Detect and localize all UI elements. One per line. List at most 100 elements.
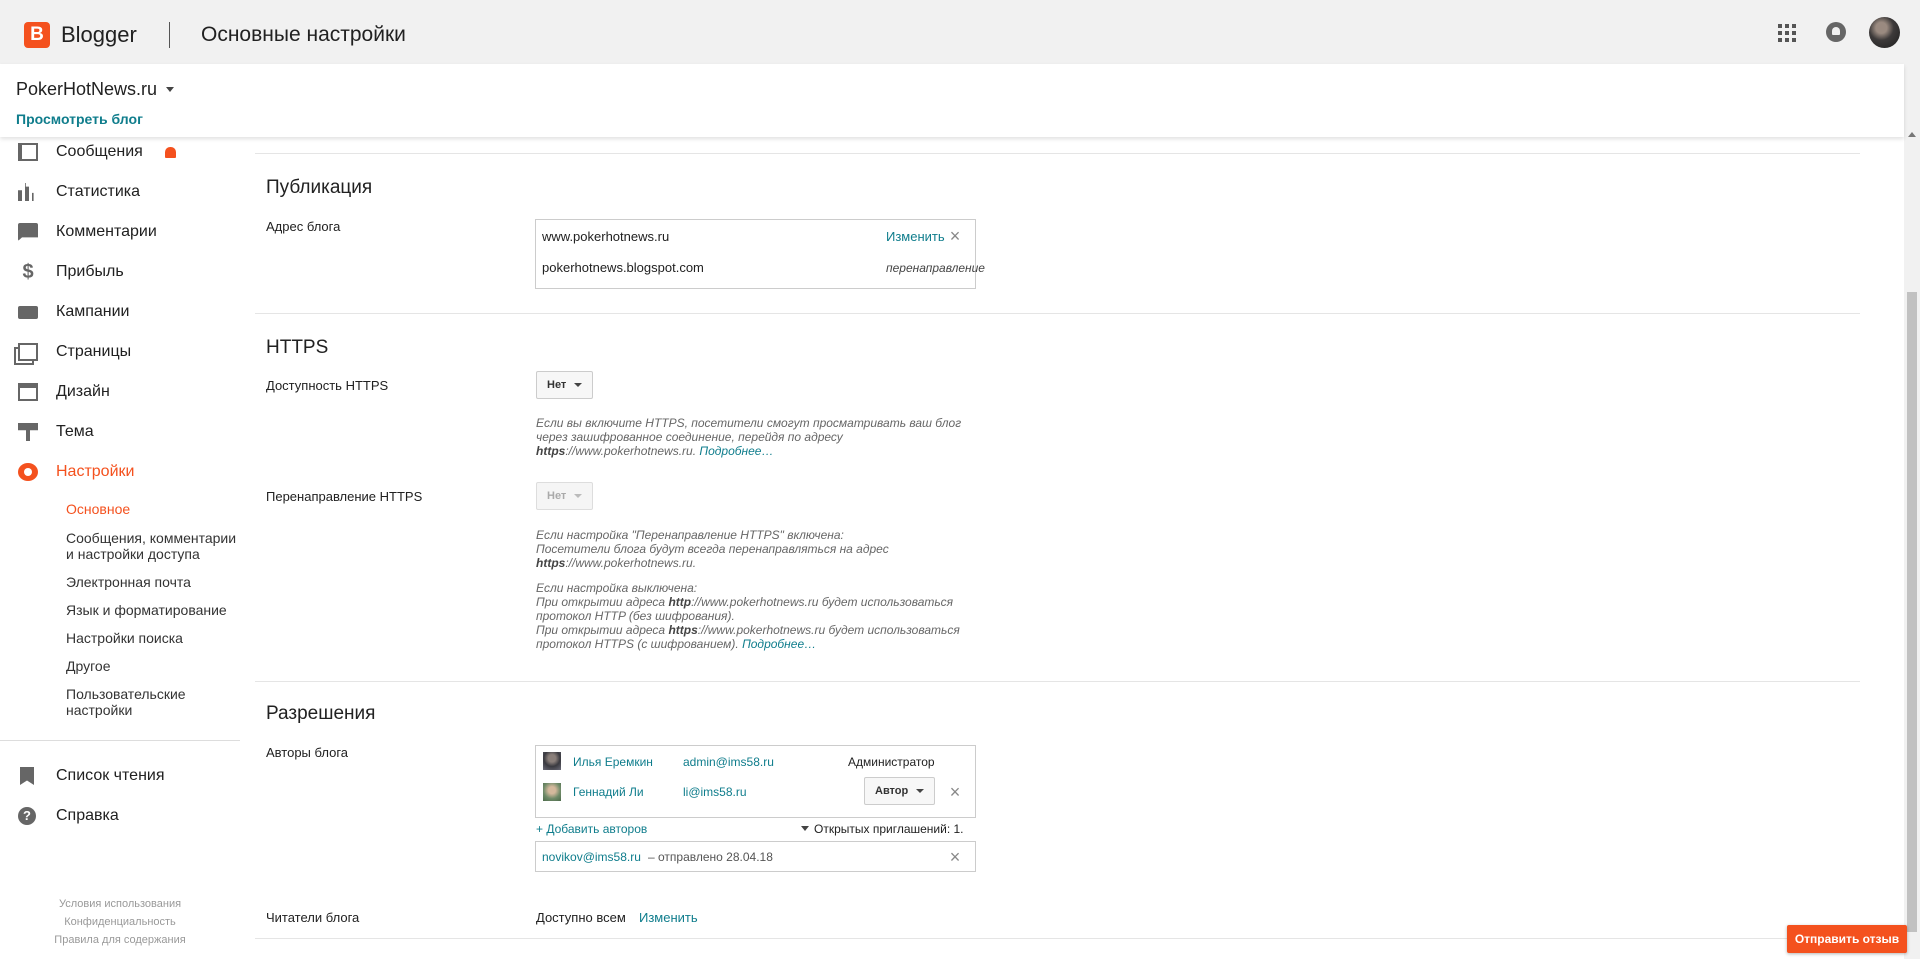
notifications-bell-icon[interactable]: [1826, 22, 1846, 42]
author-role-value: Автор: [875, 785, 909, 797]
layout-icon: [18, 383, 38, 401]
permissions-section-title: Разрешения: [266, 703, 376, 724]
settings-sub-other[interactable]: Другое: [66, 658, 241, 674]
open-invites-toggle[interactable]: Открытых приглашений: 1.: [801, 822, 964, 836]
content-policy-link[interactable]: Правила для содержания: [0, 931, 240, 949]
page-title: Основные настройки: [201, 23, 406, 46]
chevron-down-icon: [916, 789, 925, 793]
section-divider: [255, 681, 1860, 682]
top-app-bar: B Blogger Основные настройки: [0, 0, 1920, 64]
https-availability-label: Доступность HTTPS: [266, 378, 389, 393]
note-scheme: https: [536, 444, 566, 458]
sidebar-item-help[interactable]: ? Справка: [0, 801, 240, 831]
sidebar-item-label: Статистика: [56, 183, 141, 200]
account-avatar[interactable]: [1869, 17, 1900, 48]
blog-address-label: Адрес блога: [266, 219, 341, 234]
note-text: Посетители блога будут всегда перенаправ…: [536, 542, 889, 556]
sidebar-item-campaigns[interactable]: Кампании: [0, 297, 240, 327]
note-scheme: https: [536, 556, 566, 570]
sidebar-item-earnings[interactable]: $ Прибыль: [0, 257, 240, 287]
sidebar-item-settings[interactable]: Настройки: [0, 457, 240, 487]
chevron-down-icon: [574, 494, 583, 498]
sidebar-item-label: Кампании: [56, 303, 130, 320]
sidebar-item-posts[interactable]: Сообщения: [0, 137, 240, 167]
scrollbar-thumb[interactable]: [1907, 292, 1917, 932]
author-row: Илья Еремкин admin@ims58.ru Администрато…: [536, 746, 977, 776]
settings-sub-email[interactable]: Электронная почта: [66, 574, 241, 590]
alert-bell-icon: [165, 147, 176, 158]
terms-link[interactable]: Условия использования: [0, 895, 240, 913]
settings-sub-user[interactable]: Пользовательские настройки: [66, 686, 241, 718]
note-scheme: https: [668, 623, 698, 637]
learn-more-link[interactable]: Подробнее…: [742, 637, 816, 651]
invite-email[interactable]: novikov@ims58.ru: [542, 850, 641, 864]
avatar: [543, 783, 561, 801]
sidebar-divider: [0, 740, 240, 741]
blog-readers-label: Читатели блога: [266, 910, 360, 925]
settings-sub-basic[interactable]: Основное: [66, 501, 241, 517]
blog-name-selector[interactable]: PokerHotNews.ru: [16, 79, 157, 100]
sidebar-item-label: Тема: [56, 423, 94, 440]
sidebar-item-stats[interactable]: Статистика: [0, 177, 240, 207]
note-text: Если настройка выключена:: [536, 581, 698, 595]
theme-icon: [18, 423, 38, 441]
sidebar-item-label: Прибыль: [56, 263, 124, 280]
sidebar-item-layout[interactable]: Дизайн: [0, 377, 240, 407]
sidebar-item-reading-list[interactable]: Список чтения: [0, 761, 240, 791]
chevron-down-icon[interactable]: [166, 87, 174, 92]
sidebar: Сообщения Статистика Комментарии $ Прибы…: [0, 137, 240, 959]
sidebar-item-pages[interactable]: Страницы: [0, 337, 240, 367]
blog-readers-value: Доступно всем: [536, 910, 626, 925]
change-readers-link[interactable]: Изменить: [639, 910, 698, 925]
view-blog-link[interactable]: Просмотреть блог: [16, 111, 143, 127]
author-name[interactable]: Илья Еремкин: [573, 755, 653, 769]
sidebar-item-theme[interactable]: Тема: [0, 417, 240, 447]
close-icon[interactable]: ×: [948, 227, 962, 245]
open-invites-text: Открытых приглашений: 1.: [814, 822, 964, 836]
close-icon[interactable]: ×: [948, 848, 962, 866]
author-role-select[interactable]: Автор: [864, 777, 936, 805]
pages-icon: [18, 343, 38, 361]
change-address-link[interactable]: Изменить: [886, 229, 945, 244]
blog-authors-label: Авторы блога: [266, 745, 349, 760]
add-authors-link[interactable]: + Добавить авторов: [536, 822, 647, 836]
ads-icon: [18, 306, 38, 319]
settings-sub-search[interactable]: Настройки поиска: [66, 630, 241, 646]
dollar-icon: $: [22, 261, 34, 283]
help-icon: ?: [18, 807, 36, 825]
privacy-link[interactable]: Конфиденциальность: [0, 913, 240, 931]
sidebar-item-label: Комментарии: [56, 223, 157, 240]
sidebar-item-label: Страницы: [56, 343, 132, 360]
https-section-title: HTTPS: [266, 337, 329, 358]
note-text: Если вы включите HTTPS, посетители смогу…: [536, 416, 962, 444]
note-text: При открытии адреса: [536, 623, 666, 637]
invite-sent-date: – отправлено 28.04.18: [648, 850, 773, 864]
apps-grid-icon[interactable]: [1778, 24, 1796, 42]
learn-more-link[interactable]: Подробнее…: [699, 444, 773, 458]
blogger-logo-icon[interactable]: B: [24, 22, 50, 48]
close-icon[interactable]: ×: [948, 783, 962, 801]
author-email[interactable]: li@ims58.ru: [683, 785, 747, 799]
sidebar-item-label: Справка: [56, 807, 119, 824]
brand-name[interactable]: Blogger: [61, 22, 137, 48]
settings-sub-posts-comments[interactable]: Сообщения, комментарии и настройки досту…: [66, 530, 241, 562]
settings-sub-language[interactable]: Язык и форматирование: [66, 602, 241, 618]
author-email[interactable]: admin@ims58.ru: [683, 755, 774, 769]
note-text: Если настройка "Перенаправление HTTPS" в…: [536, 528, 844, 542]
https-availability-select[interactable]: Нет: [536, 371, 594, 399]
comments-icon: [18, 223, 38, 241]
sidebar-item-comments[interactable]: Комментарии: [0, 217, 240, 247]
note-text: При открытии адреса: [536, 595, 666, 609]
note-url: ://www.pokerhotnews.ru.: [565, 556, 697, 570]
blog-selector-bar: PokerHotNews.ru Просмотреть блог: [0, 64, 1904, 137]
https-availability-note: Если вы включите HTTPS, посетители смогу…: [536, 416, 976, 458]
https-redirect-select[interactable]: Нет: [536, 482, 594, 510]
section-divider: [255, 938, 1860, 939]
publishing-section-title: Публикация: [266, 177, 373, 198]
send-feedback-button[interactable]: Отправить отзыв: [1787, 925, 1907, 953]
sidebar-footer: Условия использования Конфиденциальность…: [0, 895, 240, 949]
author-name[interactable]: Геннадий Ли: [573, 785, 644, 799]
scroll-up-icon[interactable]: [1908, 132, 1916, 137]
primary-address: www.pokerhotnews.ru: [542, 229, 670, 244]
https-availability-value: Нет: [547, 379, 567, 391]
